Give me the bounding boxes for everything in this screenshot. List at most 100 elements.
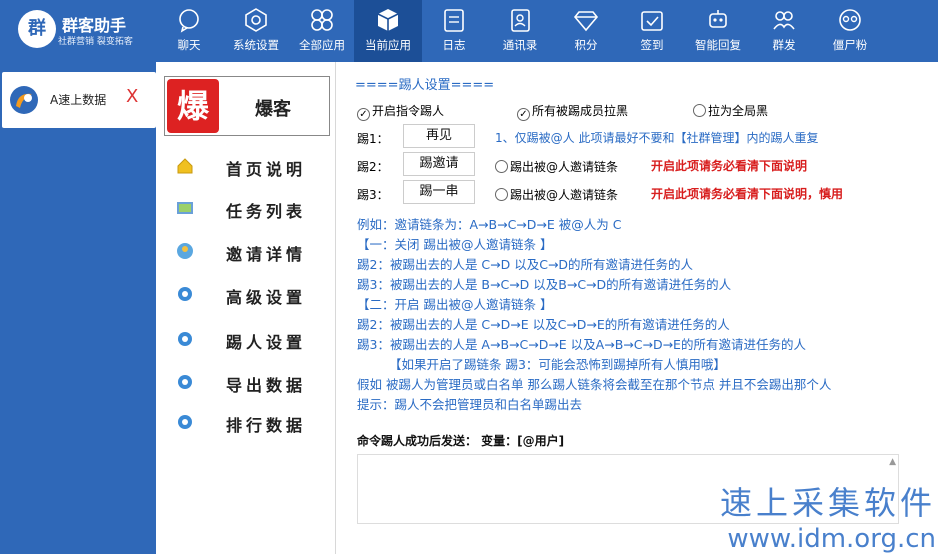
example-line: 踢3：被踢出去的人是 A→B→C→D→E 以及A→B→C→D→E的所有邀请进任务…: [357, 337, 806, 352]
option-blacklist-kicked[interactable]: ✓ 所有被踢成员拉黑: [517, 102, 628, 121]
option-global-blacklist[interactable]: 拉为全局黑: [693, 102, 768, 119]
nav-label: 通讯录: [502, 38, 538, 52]
kick2-warning: 开启此项请务必看清下面说明: [651, 159, 808, 173]
menu-item-invite-detail[interactable]: 邀请详情: [170, 237, 330, 265]
gear-icon: [178, 287, 192, 301]
gear-icon: [178, 332, 192, 346]
example-line: 【如果开启了踢链条 踢3：可能会恐怖到踢掉所有人慎用哦】: [389, 357, 726, 372]
option-enable-command-kick[interactable]: ✓ 开启指令踢人: [357, 102, 444, 121]
menu-item-label: 邀请详情: [226, 245, 307, 264]
logo-subtitle: 社群营销 裂变拓客: [58, 37, 133, 47]
watermark-line2: www.idm.org.cn: [727, 524, 936, 554]
invite-icon: [177, 243, 193, 259]
nav-checkin[interactable]: 签到: [618, 0, 686, 62]
nav-label: 聊天: [177, 38, 201, 52]
grid-apps-icon: [311, 9, 333, 31]
nav-system-settings[interactable]: 系统设置: [222, 0, 290, 62]
app-card[interactable]: 爆 爆客: [164, 76, 330, 136]
nav-chat[interactable]: 聊天: [155, 0, 223, 62]
nav-label: 全部应用: [299, 38, 345, 52]
message-label: 命令踢人成功后发送： 变量：[@用户]: [357, 434, 565, 448]
home-icon: [177, 158, 193, 174]
radio-icon: [693, 104, 706, 117]
kick3-chain-option[interactable]: 踢出被@人邀请链条: [495, 186, 618, 203]
nav-smart-reply[interactable]: 智能回复: [684, 0, 752, 62]
logo-badge: 群: [18, 10, 56, 48]
nav-label: 当前应用: [365, 38, 411, 52]
menu-item-home[interactable]: 首页说明: [170, 152, 330, 180]
nav-points[interactable]: 积分: [552, 0, 620, 62]
kick3-label: 踢3：: [357, 188, 389, 202]
nav-zombie-fans[interactable]: 僵尸粉: [816, 0, 884, 62]
kick1-label: 踢1：: [357, 132, 389, 146]
radio-icon: [495, 160, 508, 173]
kick2-label: 踢2：: [357, 160, 389, 174]
zombie-icon: [839, 9, 861, 31]
robot-icon: [709, 10, 727, 28]
gear-hex-icon: [245, 8, 267, 32]
scroll-up-icon[interactable]: ▲: [889, 457, 896, 467]
menu-item-label: 导出数据: [226, 376, 307, 395]
example-line: 假如 被踢人为管理员或白名单 那么踢人链条将会截至在那个节点 并且不会踢出那个人: [357, 377, 832, 392]
cube-icon: [377, 9, 399, 31]
menu-item-kick-settings[interactable]: 踢人设置: [170, 325, 330, 353]
task-list-icon: [177, 202, 193, 214]
example-line: 【二：开启 踢出被@人邀请链条 】: [357, 297, 553, 312]
menu-item-task-list[interactable]: 任务列表: [170, 194, 330, 222]
nav-label: 签到: [640, 38, 664, 52]
example-line: 踢2：被踢出去的人是 C→D 以及C→D的所有邀请进任务的人: [357, 257, 694, 272]
menu-item-ranking-data[interactable]: 排行数据: [170, 408, 330, 436]
example-line: 提示：踢人不会把管理员和白名单踢出去: [357, 397, 583, 412]
kick1-command-input[interactable]: 再见: [403, 124, 475, 148]
example-line: 【一：关闭 踢出被@人邀请链条 】: [357, 237, 553, 252]
kick2-chain-option[interactable]: 踢出被@人邀请链条: [495, 158, 618, 175]
nav-contacts[interactable]: 通讯录: [486, 0, 554, 62]
account-item[interactable]: A速上数据 X: [2, 72, 156, 128]
log-icon: [444, 9, 464, 32]
nav-group-send[interactable]: 群发: [750, 0, 818, 62]
nav-label: 系统设置: [233, 38, 279, 52]
menu-item-export-data[interactable]: 导出数据: [170, 368, 330, 396]
nav-all-apps[interactable]: 全部应用: [288, 0, 356, 62]
account-name: A速上数据: [50, 93, 107, 107]
watermark-line1: 速上采集软件: [719, 484, 936, 522]
checkin-icon: [641, 11, 663, 31]
app-menu: 爆 爆客 首页说明 任务列表 邀请详情 高级设置 踢人设置 导出数据 排行数据: [156, 62, 336, 554]
example-line: 踢3：被踢出去的人是 B→C→D 以及B→C→D的所有邀请进任务的人: [357, 277, 732, 292]
radio-icon: [495, 188, 508, 201]
diamond-icon: [573, 11, 599, 32]
example-line: 例如：邀请链条为：A→B→C→D→E 被@人为 C: [357, 217, 622, 232]
account-avatar-icon: [10, 86, 38, 114]
kick3-warning: 开启此项请务必看清下面说明，慎用: [651, 187, 844, 201]
section-title: ====踢人设置====: [355, 78, 495, 93]
kick2-command-input[interactable]: 踢邀请: [403, 152, 475, 176]
gear-icon: [178, 375, 192, 389]
menu-item-label: 踢人设置: [226, 333, 307, 352]
group-send-icon: [773, 11, 795, 30]
menu-item-label: 高级设置: [226, 288, 307, 307]
menu-item-label: 排行数据: [226, 416, 307, 435]
nav-current-app[interactable]: 当前应用: [354, 0, 422, 62]
account-sidebar: A速上数据 X: [0, 62, 156, 554]
kick3-command-input[interactable]: 踢一串: [403, 180, 475, 204]
menu-item-label: 任务列表: [226, 202, 307, 221]
top-bar: 群 群客助手 社群营销 裂变拓客 聊天 系统设置 全部应用 当前应用 日志 通讯…: [0, 0, 938, 62]
menu-item-advanced-settings[interactable]: 高级设置: [170, 280, 330, 308]
nav-label: 僵尸粉: [832, 38, 868, 52]
example-line: 踢2：被踢出去的人是 C→D→E 以及C→D→E的所有邀请进任务的人: [357, 317, 730, 332]
app-icon: 爆: [167, 79, 219, 133]
nav-label: 积分: [574, 38, 598, 52]
nav-label: 群发: [772, 38, 796, 52]
nav-label: 日志: [442, 38, 466, 52]
check-icon: ✓: [357, 108, 370, 121]
kick1-note: 1、仅踢被@人 此项请最好不要和【社群管理】内的踢人重复: [495, 131, 819, 145]
app-logo: 群 群客助手 社群营销 裂变拓客: [18, 8, 158, 54]
menu-item-label: 首页说明: [226, 160, 307, 179]
gear-icon: [178, 415, 192, 429]
nav-log[interactable]: 日志: [420, 0, 488, 62]
check-icon: ✓: [517, 108, 530, 121]
chat-icon: [179, 9, 199, 33]
nav-label: 智能回复: [695, 38, 741, 52]
close-icon[interactable]: X: [126, 86, 138, 107]
watermark: 速上采集软件 www.idm.org.cn: [696, 478, 936, 554]
